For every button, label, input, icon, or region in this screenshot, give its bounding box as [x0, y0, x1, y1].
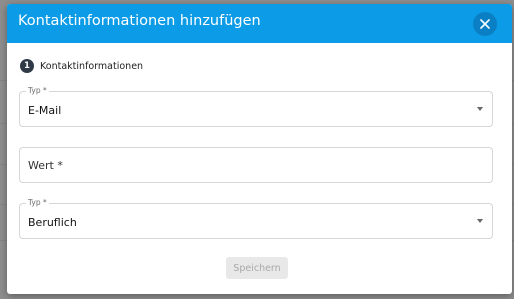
type-select-label: Typ * [26, 86, 49, 95]
add-contact-dialog: Kontaktinformationen hinzufügen 1 Kontak… [7, 4, 512, 294]
category-select-label: Typ * [26, 198, 49, 207]
close-button[interactable] [473, 12, 497, 36]
step-indicator: 1 Kontaktinformationen [20, 59, 143, 73]
dropdown-arrow-icon [477, 107, 483, 111]
step-number-badge: 1 [20, 59, 34, 73]
dropdown-arrow-icon [477, 219, 483, 223]
dialog-header: Kontaktinformationen hinzufügen [7, 4, 512, 43]
type-select-value: E-Mail [28, 104, 62, 117]
value-input-placeholder: Wert * [28, 159, 63, 172]
save-button[interactable]: Speichern [226, 257, 288, 279]
category-select[interactable]: Typ * Beruflich [19, 198, 493, 239]
type-select[interactable]: Typ * E-Mail [19, 86, 493, 127]
category-select-value: Beruflich [28, 216, 77, 229]
step-label: Kontaktinformationen [40, 60, 144, 72]
dialog-title: Kontaktinformationen hinzufügen [18, 13, 261, 29]
close-icon [480, 19, 490, 29]
value-input[interactable]: Wert * [19, 147, 493, 183]
